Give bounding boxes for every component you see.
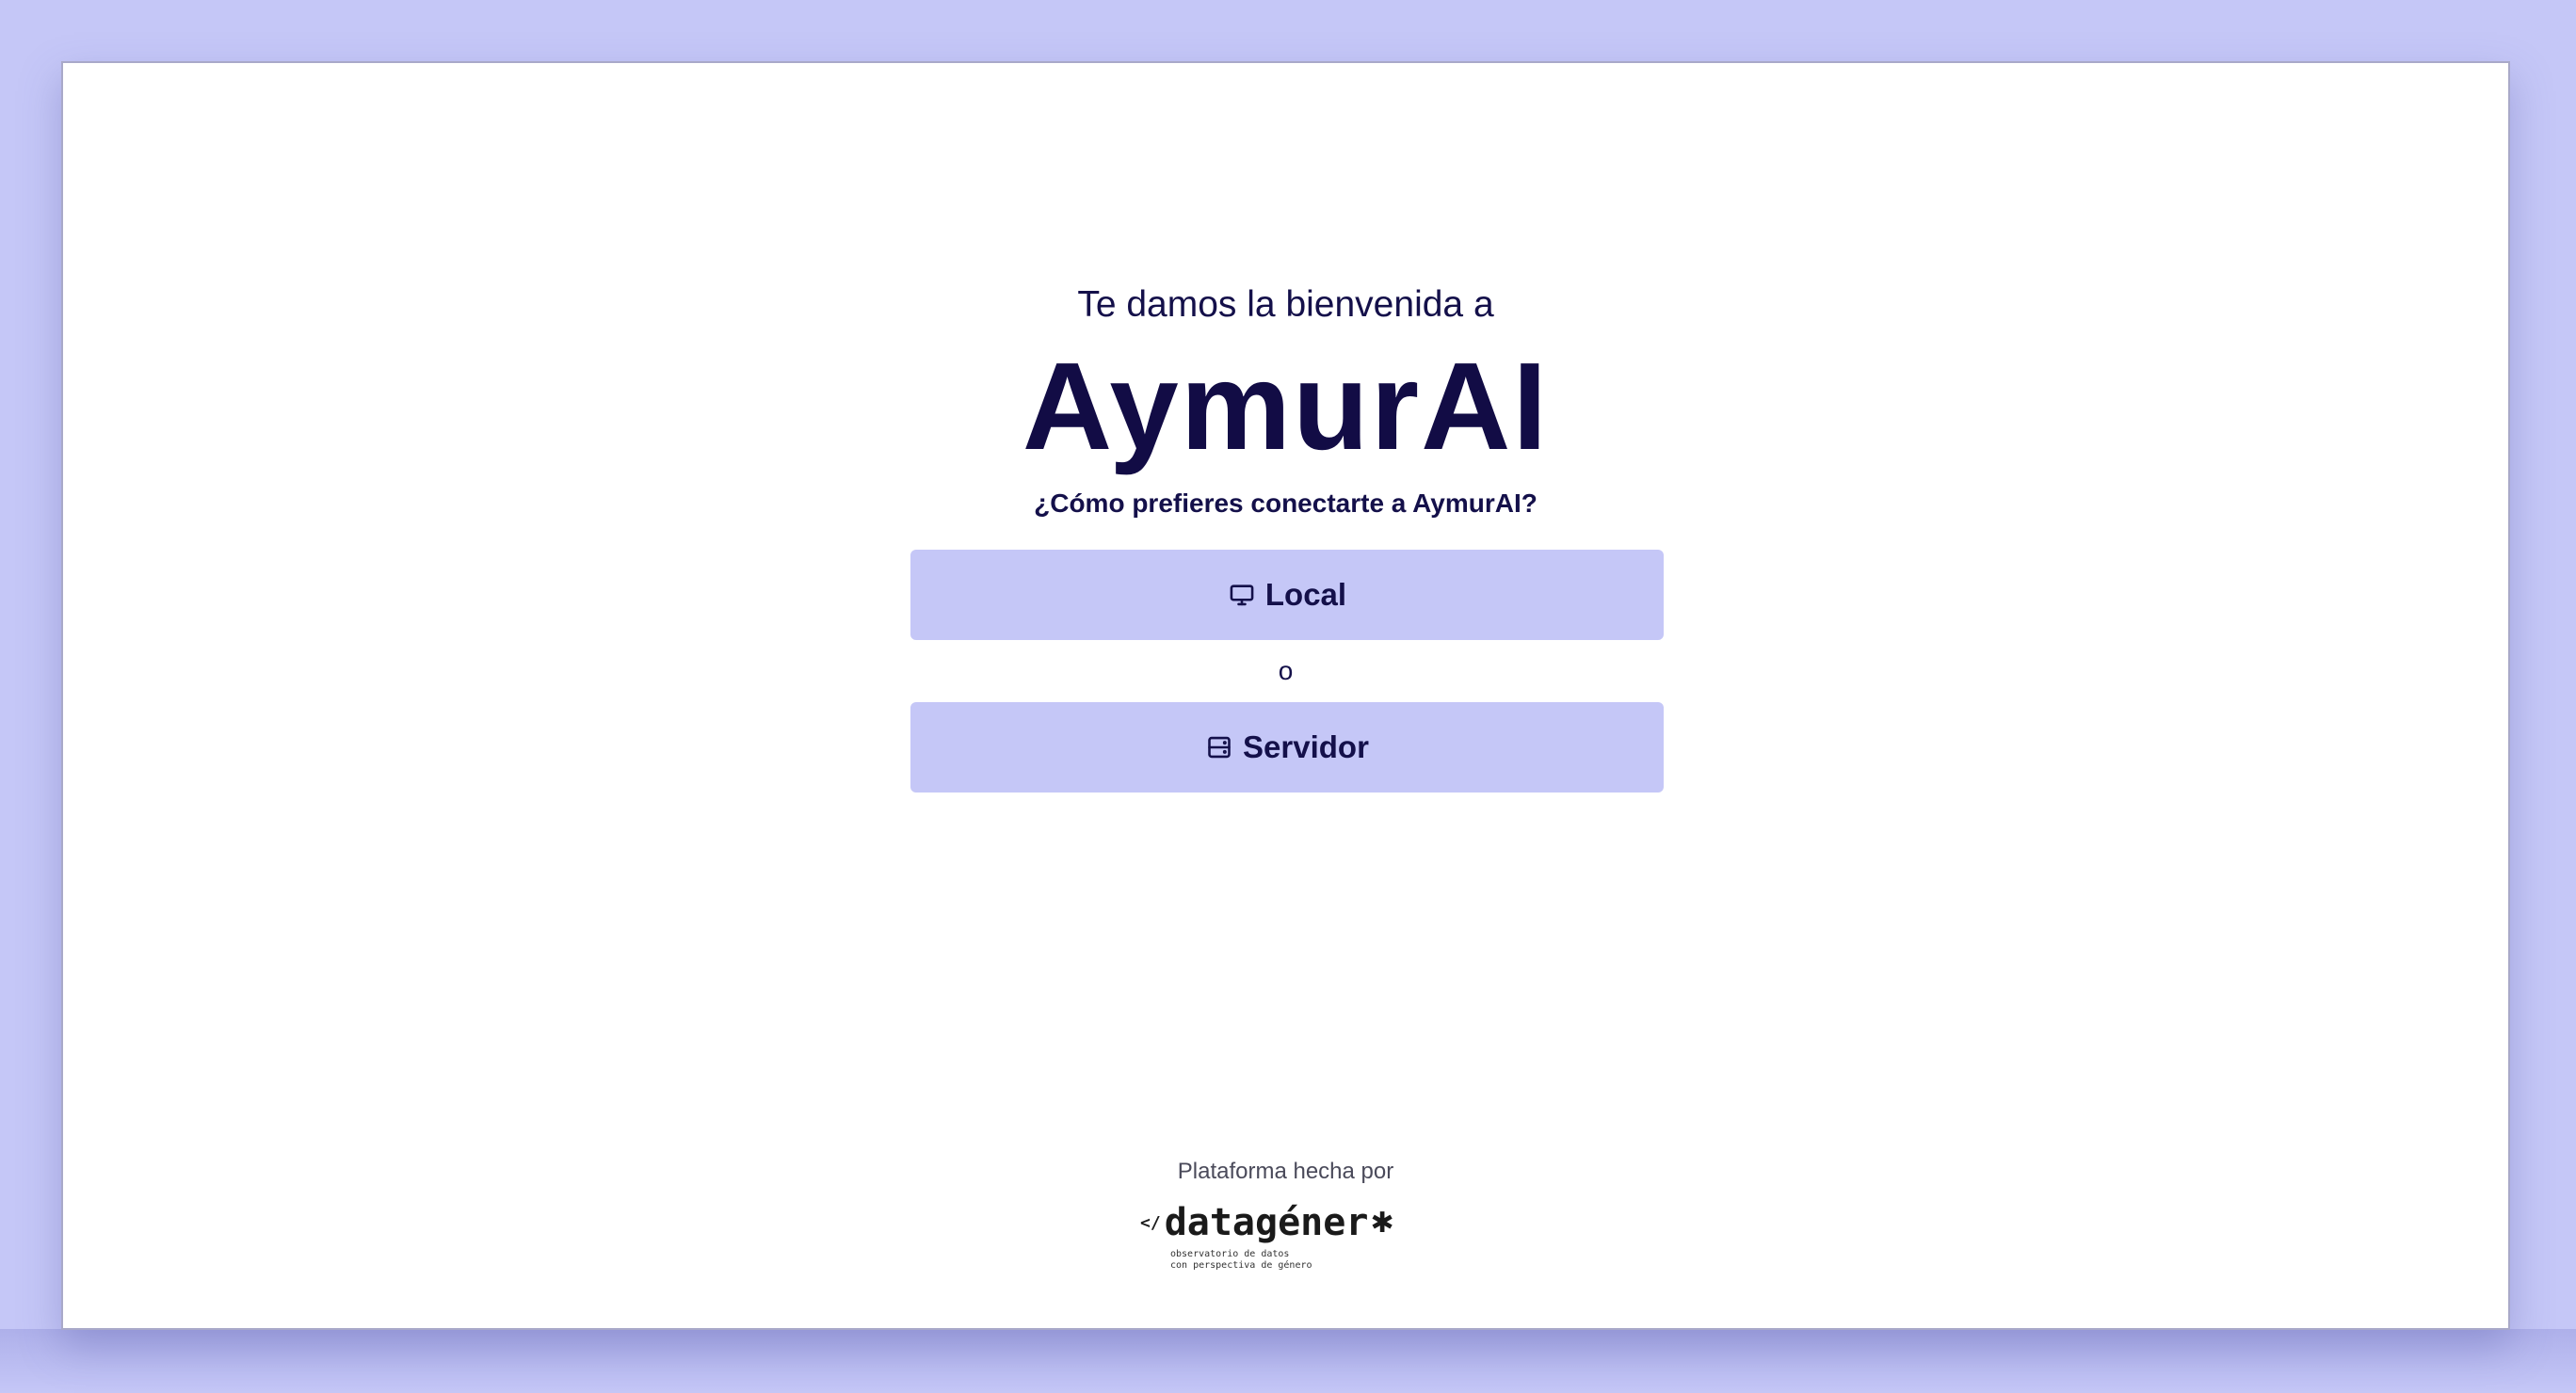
logo-tagline-line-1: observatorio de datos xyxy=(1170,1249,1290,1259)
datagener-logo: </ datagéner ✱ observatorio de datos con… xyxy=(1140,1196,1441,1281)
logo-star-icon: ✱ xyxy=(1370,1206,1394,1240)
monitor-icon xyxy=(1228,581,1256,609)
app-title: AymurAI xyxy=(1022,337,1550,475)
server-icon xyxy=(1205,733,1233,761)
local-connection-label: Local xyxy=(1264,577,1347,612)
logo-name: datagéner xyxy=(1164,1201,1369,1244)
logo-tagline-line-2: con perspectiva de género xyxy=(1170,1260,1312,1271)
logo-tagline: observatorio de datos con perspectiva de… xyxy=(1170,1249,1441,1272)
welcome-greeting: Te damos la bienvenida a xyxy=(1077,284,1494,325)
connection-question: ¿Cómo prefieres conectarte a AymurAI? xyxy=(1034,488,1538,518)
local-connection-button[interactable]: Local xyxy=(910,550,1664,640)
main-panel: Te damos la bienvenida a AymurAI ¿Cómo p… xyxy=(61,61,2510,1330)
server-connection-button[interactable]: Servidor xyxy=(910,702,1664,793)
logo-prefix: </ xyxy=(1140,1212,1161,1233)
options-separator: o xyxy=(1278,656,1294,685)
server-connection-label: Servidor xyxy=(1243,729,1369,764)
made-by-label: Plataforma hecha por xyxy=(1177,1159,1394,1184)
backdrop-shade xyxy=(0,1329,2576,1393)
